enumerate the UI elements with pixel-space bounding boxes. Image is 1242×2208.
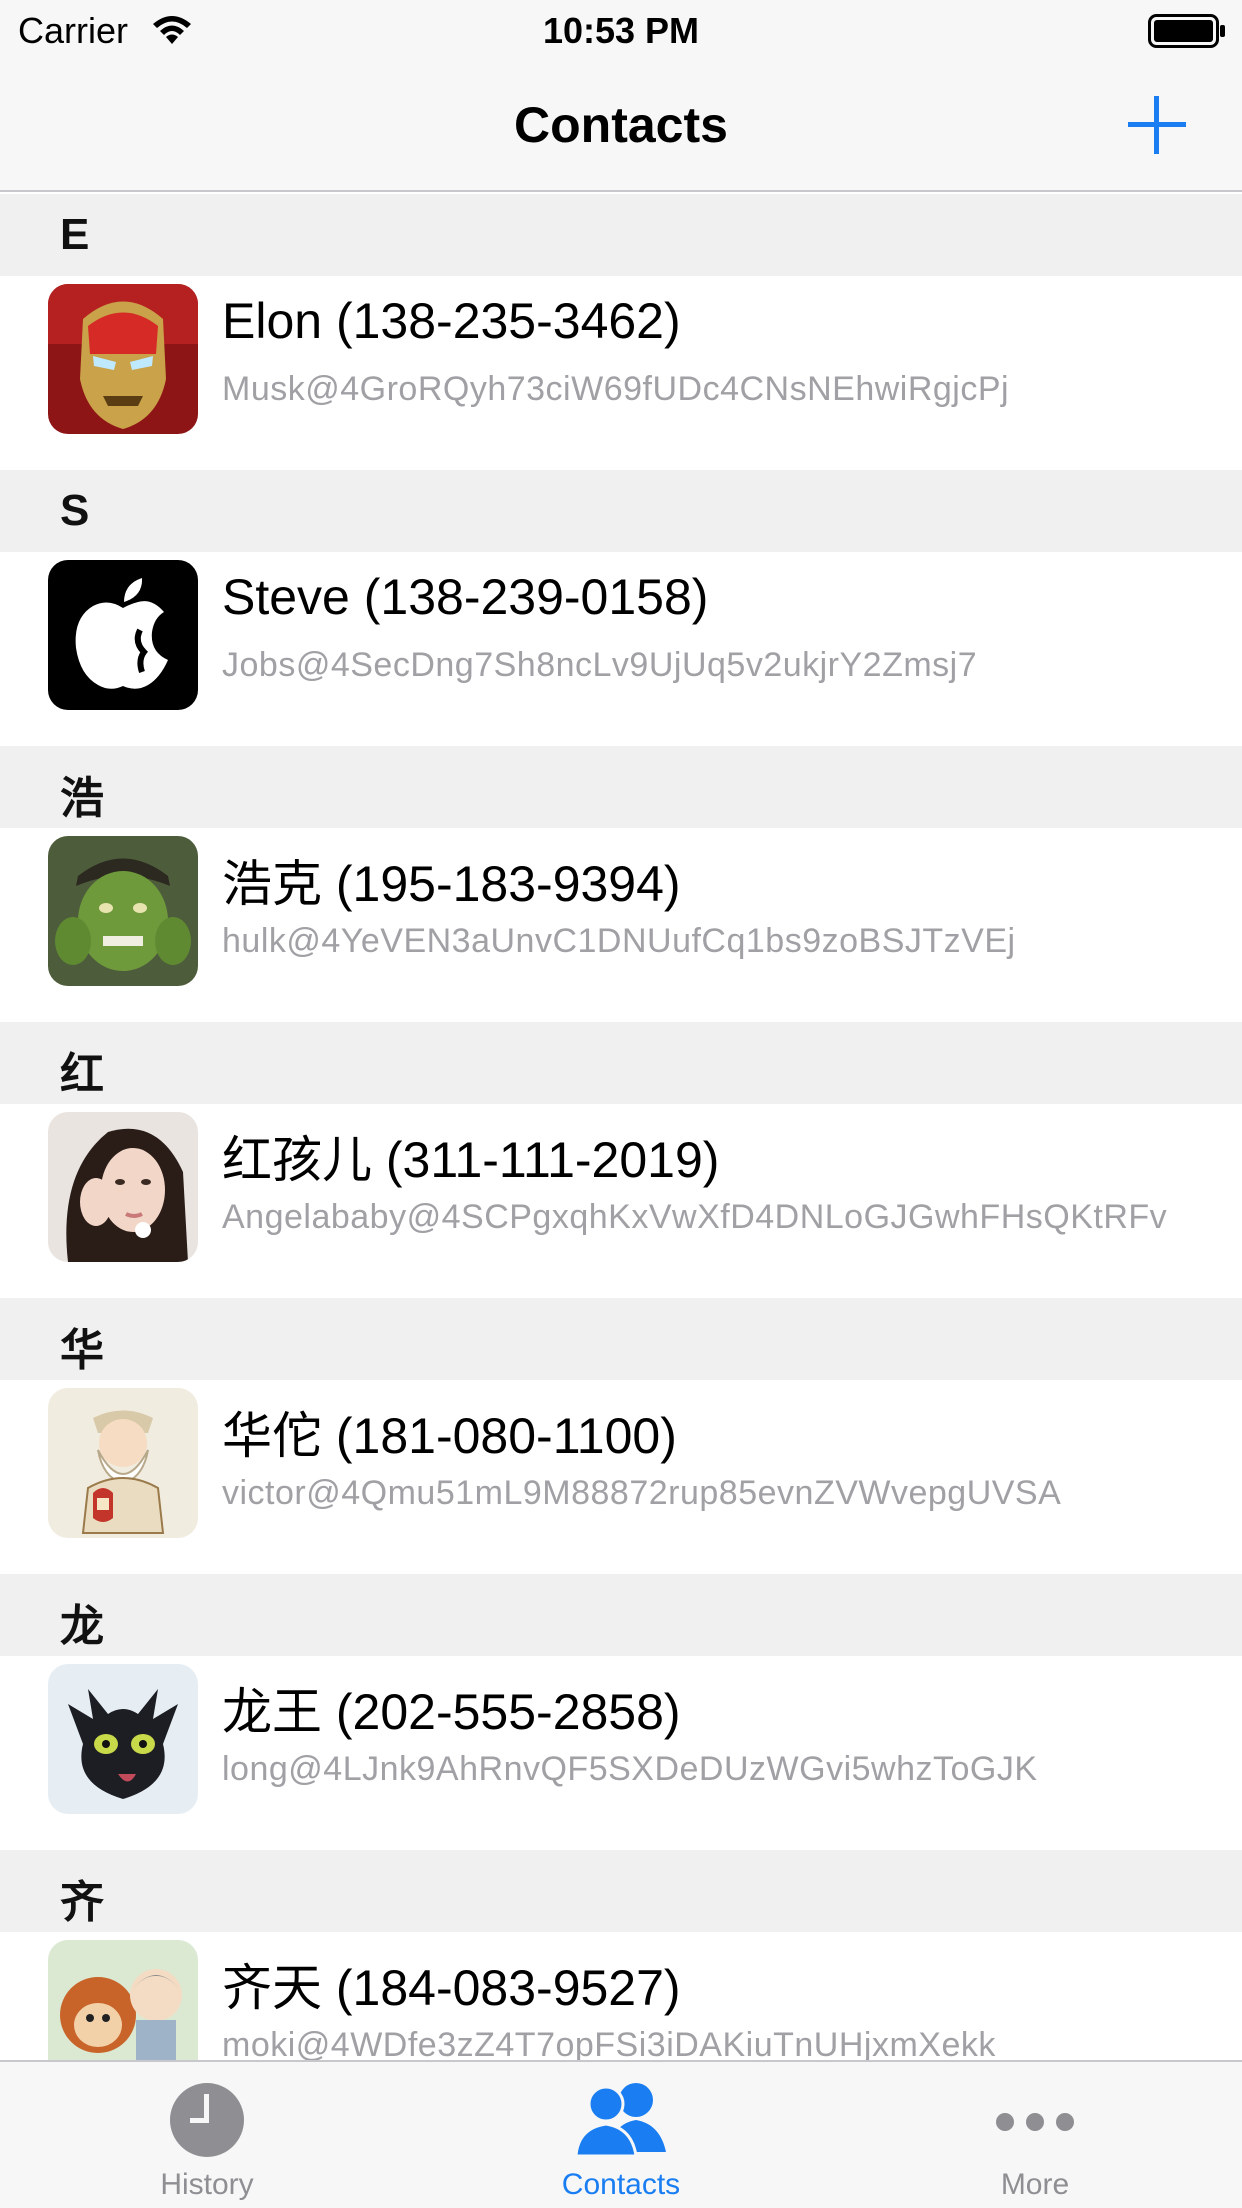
section-letter: 华 — [60, 1326, 104, 1375]
contact-name: 红孩儿 (311-111-2019) — [222, 1132, 720, 1188]
monkey-cartoon-avatar — [48, 1940, 198, 2060]
more-icon — [996, 2113, 1074, 2131]
apple-logo-avatar — [48, 560, 198, 710]
section-header: S — [0, 470, 1242, 552]
woman-photo-avatar — [48, 1112, 198, 1262]
section-letter: S — [60, 486, 90, 535]
contact-row[interactable]: 红孩儿 (311-111-2019) Angelababy@4SCPgxqhKx… — [0, 1104, 1242, 1298]
contact-name: 齐天 (184-083-9527) — [222, 1960, 681, 2016]
contacts-icon — [574, 2083, 666, 2158]
contact-email: Jobs@4SecDng7Sh8ncLv9UjUq5v2ukjrY2Zmsj7 — [222, 646, 978, 684]
section-header: 齐 — [0, 1850, 1242, 1932]
iron-man-avatar — [48, 284, 198, 434]
contact-name: 华佗 (181-080-1100) — [222, 1408, 677, 1464]
contact-name: 龙王 (202-555-2858) — [222, 1684, 681, 1740]
contact-name: 浩克 (195-183-9394) — [222, 856, 681, 912]
contact-name: Elon (138-235-3462) — [222, 293, 681, 349]
contact-row[interactable]: 华佗 (181-080-1100) victor@4Qmu51mL9M88872… — [0, 1380, 1242, 1574]
tab-more[interactable]: More — [828, 2062, 1242, 2208]
contact-row[interactable]: 龙王 (202-555-2858) long@4LJnk9AhRnvQF5SXD… — [0, 1656, 1242, 1850]
contact-email: Musk@4GroRQyh73ciW69fUDc4CNsNEhwiRgjcPj — [222, 370, 1010, 408]
contact-email: long@4LJnk9AhRnvQF5SXDeDUzWGvi5whzToGJK — [222, 1750, 1038, 1788]
section-header: 红 — [0, 1022, 1242, 1104]
contact-email: victor@4Qmu51mL9M88872rup85evnZVWvepgUVS… — [222, 1474, 1062, 1512]
clock-icon — [170, 2083, 244, 2157]
page-title: Contacts — [514, 97, 728, 153]
contact-row[interactable]: Steve (138-239-0158) Jobs@4SecDng7Sh8ncL… — [0, 552, 1242, 746]
sage-cartoon-avatar — [48, 1388, 198, 1538]
tab-label: Contacts — [561, 2168, 681, 2201]
tab-label: More — [1000, 2168, 1070, 2201]
tab-contacts[interactable]: Contacts — [414, 2062, 828, 2208]
contact-name: Steve (138-239-0158) — [222, 569, 709, 625]
contact-email: Angelababy@4SCPgxqhKxVwXfD4DNLoGJGwhFHsQ… — [222, 1198, 1168, 1236]
tab-history[interactable]: History — [0, 2062, 414, 2208]
navigation-bar: Contacts — [0, 60, 1242, 192]
section-header: E — [0, 194, 1242, 276]
section-header: 浩 — [0, 746, 1242, 828]
section-letter: 浩 — [60, 774, 104, 823]
contact-email: moki@4WDfe3zZ4T7opFSi3iDAKiuTnUHjxmXekk — [222, 2026, 996, 2060]
section-letter: E — [60, 210, 90, 259]
hulk-avatar — [48, 836, 198, 986]
status-bar: Carrier 10:53 PM — [0, 0, 1242, 60]
contact-email: hulk@4YeVEN3aUnvC1DNUufCq1bs9zoBSJTzVEj — [222, 922, 1016, 960]
black-dragon-avatar — [48, 1664, 198, 1814]
clock-time: 10:53 PM — [542, 10, 700, 51]
section-letter: 龙 — [60, 1602, 104, 1651]
tab-label: History — [160, 2168, 254, 2201]
add-contact-button[interactable] — [1122, 90, 1192, 160]
tab-bar: History Contacts More — [0, 2060, 1242, 2208]
contact-row[interactable]: Elon (138-235-3462) Musk@4GroRQyh73ciW69… — [0, 276, 1242, 470]
section-letter: 红 — [60, 1050, 104, 1099]
section-header: 华 — [0, 1298, 1242, 1380]
contact-row[interactable]: 齐天 (184-083-9527) moki@4WDfe3zZ4T7opFSi3… — [0, 1932, 1242, 2060]
section-letter: 齐 — [60, 1878, 104, 1927]
battery-icon — [1148, 14, 1225, 48]
contacts-list[interactable]: E Elon (138-235-3462) Musk@4GroRQyh73ciW… — [0, 194, 1242, 2060]
contact-row[interactable]: 浩克 (195-183-9394) hulk@4YeVEN3aUnvC1DNUu… — [0, 828, 1242, 1022]
section-header: 龙 — [0, 1574, 1242, 1656]
